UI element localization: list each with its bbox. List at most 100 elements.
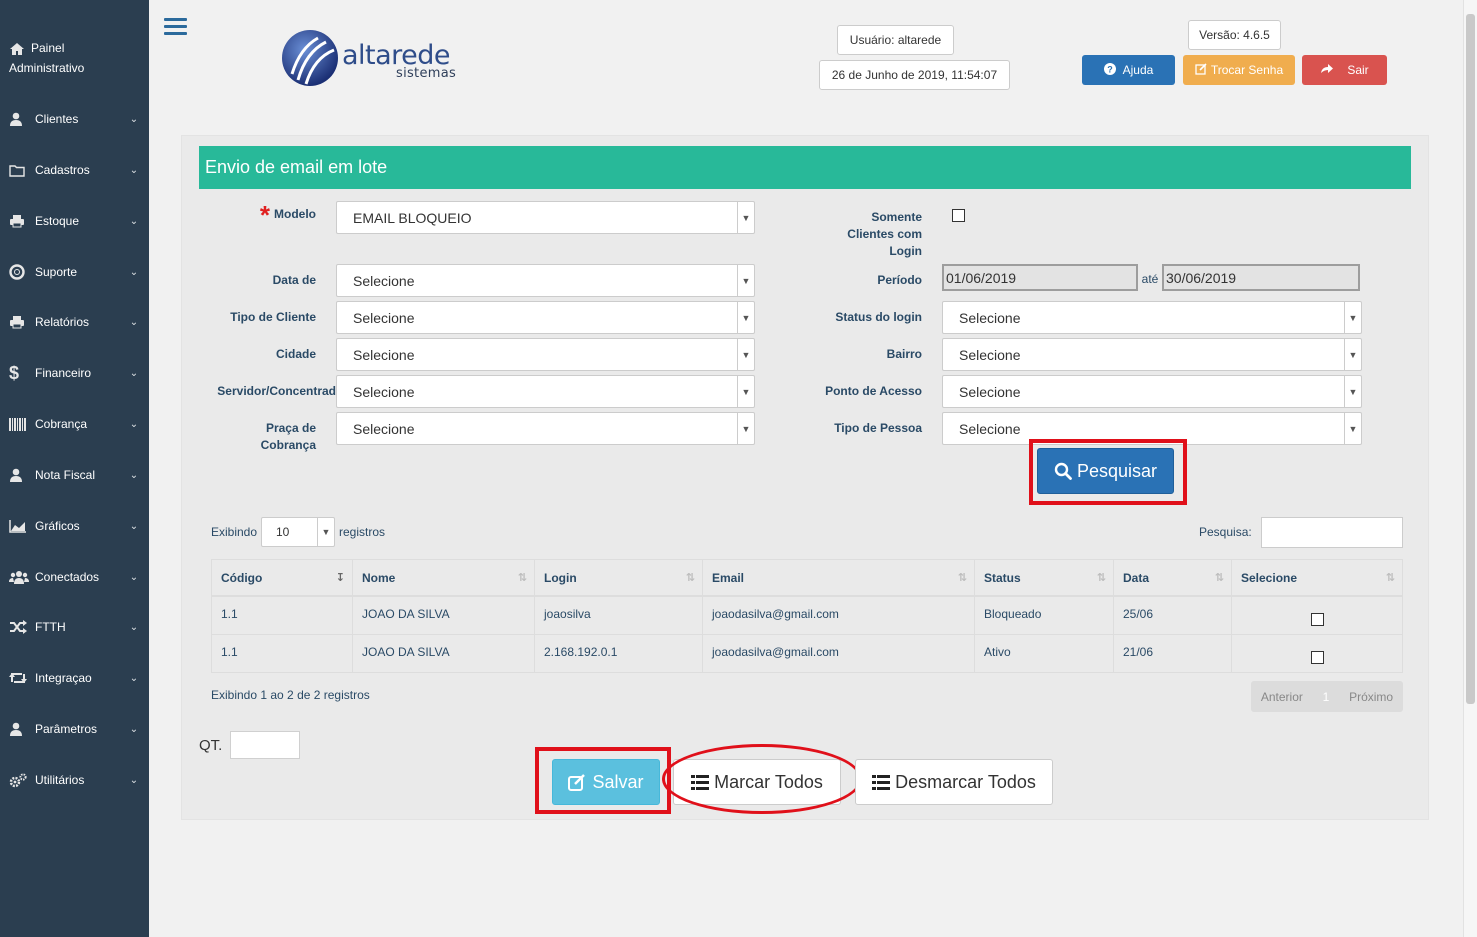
pesquisar-label: Pesquisar: [1076, 460, 1158, 481]
desmarcar-todos-label: Desmarcar Todos: [895, 771, 1036, 792]
data-de-select[interactable]: Selecione ▼: [336, 264, 755, 297]
pagination-next[interactable]: Próximo: [1349, 690, 1393, 704]
periodo-fim-value: 30/06/2019: [1166, 269, 1237, 286]
menu-toggle-icon[interactable]: [164, 18, 187, 38]
vertical-scrollbar[interactable]: [1463, 0, 1477, 937]
datetime-text: 26 de Junho de 2019, 11:54:07: [831, 68, 998, 82]
row-select-checkbox[interactable]: [1311, 613, 1324, 626]
praca-cobranca-select[interactable]: Selecione ▼: [336, 412, 755, 445]
chevron-down-icon: ▼: [737, 202, 754, 233]
ponto-acesso-value: Selecione: [959, 383, 1021, 400]
tipo-cliente-select[interactable]: Selecione ▼: [336, 301, 755, 334]
sort-icon: ⇅: [1096, 572, 1106, 584]
trocar-senha-button[interactable]: Trocar Senha: [1183, 55, 1295, 85]
sidebar-item-integracao[interactable]: Integraçao ⌄: [0, 658, 149, 698]
printer-icon: [9, 214, 31, 228]
sidebar-item-financeiro[interactable]: $ Financeiro ⌄: [0, 353, 149, 393]
sidebar-item-ftth[interactable]: FTTH ⌄: [0, 607, 149, 647]
salvar-label: Salvar: [592, 771, 644, 792]
sidebar-item-graficos[interactable]: Gráficos ⌄: [0, 506, 149, 546]
tipo-pessoa-label: Tipo de Pessoa: [834, 421, 922, 435]
table-row: 1.1 JOAO DA SILVA 2.168.192.0.1 joaodasi…: [211, 635, 1403, 673]
chevron-down-icon: ▼: [737, 265, 754, 296]
bairro-select[interactable]: Selecione ▼: [942, 338, 1362, 371]
sidebar-item-conectados[interactable]: Conectados ⌄: [0, 557, 149, 597]
chevron-down-icon: ⌄: [129, 672, 139, 684]
cidade-select[interactable]: Selecione ▼: [336, 338, 755, 371]
periodo-fim-input[interactable]: 30/06/2019: [1162, 264, 1360, 291]
ponto-acesso-label: Ponto de Acesso: [825, 384, 922, 398]
sort-active-icon: ↧: [335, 572, 345, 584]
cell-email: joaodasilva@gmail.com: [703, 597, 975, 634]
usuario-box: Usuário: altarede: [837, 25, 954, 55]
cell-data: 25/06: [1114, 597, 1232, 634]
sidebar-item-cadastros[interactable]: Cadastros ⌄: [0, 150, 149, 190]
cidade-value: Selecione: [353, 346, 415, 363]
sort-icon: ⇅: [517, 572, 527, 584]
modelo-select[interactable]: EMAIL BLOQUEIO ▼: [336, 201, 755, 234]
sidebar-item-suporte[interactable]: Suporte ⌄: [0, 252, 149, 292]
sair-button[interactable]: Sair: [1302, 55, 1387, 85]
column-header-status[interactable]: Status ⇅: [975, 560, 1114, 596]
column-header-selecione[interactable]: Selecione ⇅: [1232, 560, 1402, 596]
sidebar-item-utilitarios[interactable]: Utilitários ⌄: [0, 760, 149, 800]
pagination-page[interactable]: 1: [1323, 690, 1330, 704]
sidebar-item-label: Utilitários: [35, 773, 85, 787]
barcode-icon: [9, 417, 31, 431]
ponto-acesso-select[interactable]: Selecione ▼: [942, 375, 1362, 408]
sidebar-item-estoque[interactable]: Estoque ⌄: [0, 201, 149, 241]
column-label: Status: [984, 571, 1021, 585]
pesquisar-button[interactable]: Pesquisar: [1037, 448, 1174, 494]
data-de-value: Selecione: [353, 272, 415, 289]
sidebar-item-cobranca[interactable]: Cobrança ⌄: [0, 404, 149, 444]
sidebar-item-nota-fiscal[interactable]: Nota Fiscal ⌄: [0, 455, 149, 495]
random-icon: [9, 620, 31, 634]
cogs-icon: [9, 772, 31, 788]
sidebar-painel-label: Painel: [31, 41, 65, 55]
logo-brand: altarede: [342, 40, 451, 71]
cell-status: Bloqueado: [975, 597, 1114, 634]
cell-codigo: 1.1: [212, 635, 353, 672]
ajuda-button[interactable]: ? Ajuda: [1082, 55, 1175, 85]
servidor-select[interactable]: Selecione ▼: [336, 375, 755, 408]
row-select-checkbox[interactable]: [1311, 651, 1324, 664]
sair-label: Sair: [1347, 63, 1369, 77]
status-login-select[interactable]: Selecione ▼: [942, 301, 1362, 334]
users-icon: [9, 570, 31, 584]
column-header-email[interactable]: Email ⇅: [703, 560, 975, 596]
tipo-cliente-label: Tipo de Cliente: [230, 310, 316, 324]
qt-input[interactable]: [230, 731, 300, 759]
column-header-codigo[interactable]: Código ↧: [212, 560, 353, 596]
column-header-data[interactable]: Data ⇅: [1114, 560, 1232, 596]
sidebar-painel-label-line2: Administrativo: [9, 61, 85, 75]
pagination-previous[interactable]: Anterior: [1261, 690, 1303, 704]
page-size-select[interactable]: 10 ▼: [261, 517, 335, 547]
salvar-button[interactable]: Salvar: [552, 759, 660, 805]
table-search-input[interactable]: [1261, 517, 1403, 548]
column-label: Login: [544, 571, 577, 585]
chevron-down-icon: ⌄: [129, 571, 139, 583]
version-text: Versão: 4.6.5: [1199, 28, 1270, 42]
column-header-login[interactable]: Login ⇅: [535, 560, 703, 596]
printer-icon: [9, 315, 31, 329]
sidebar-item-label: Estoque: [35, 214, 80, 228]
sidebar-item-parametros[interactable]: Parâmetros ⌄: [0, 709, 149, 749]
share-arrow-icon: [1320, 63, 1334, 77]
desmarcar-todos-button[interactable]: Desmarcar Todos: [855, 759, 1053, 805]
sidebar-item-label: FTTH: [35, 620, 66, 634]
bairro-value: Selecione: [959, 346, 1021, 363]
servidor-label: Servidor/Concentrad: [217, 384, 336, 398]
column-header-nome[interactable]: Nome ⇅: [353, 560, 535, 596]
scrollbar-thumb[interactable]: [1466, 14, 1475, 704]
svg-text:?: ?: [1107, 64, 1113, 74]
page-title: Envio de email em lote: [199, 146, 1411, 189]
chevron-down-icon: ⌄: [129, 367, 139, 379]
edit-icon: [1195, 62, 1207, 78]
chevron-down-icon: ⌄: [129, 164, 139, 176]
somente-clientes-checkbox[interactable]: [952, 209, 965, 222]
periodo-inicio-input[interactable]: 01/06/2019: [942, 264, 1138, 291]
sidebar-item-label: Parâmetros: [35, 722, 98, 736]
praca-label-line2: Cobrança: [260, 438, 316, 452]
sidebar-item-relatorios[interactable]: Relatórios ⌄: [0, 302, 149, 342]
sidebar-item-clientes[interactable]: Clientes ⌄: [0, 99, 149, 139]
